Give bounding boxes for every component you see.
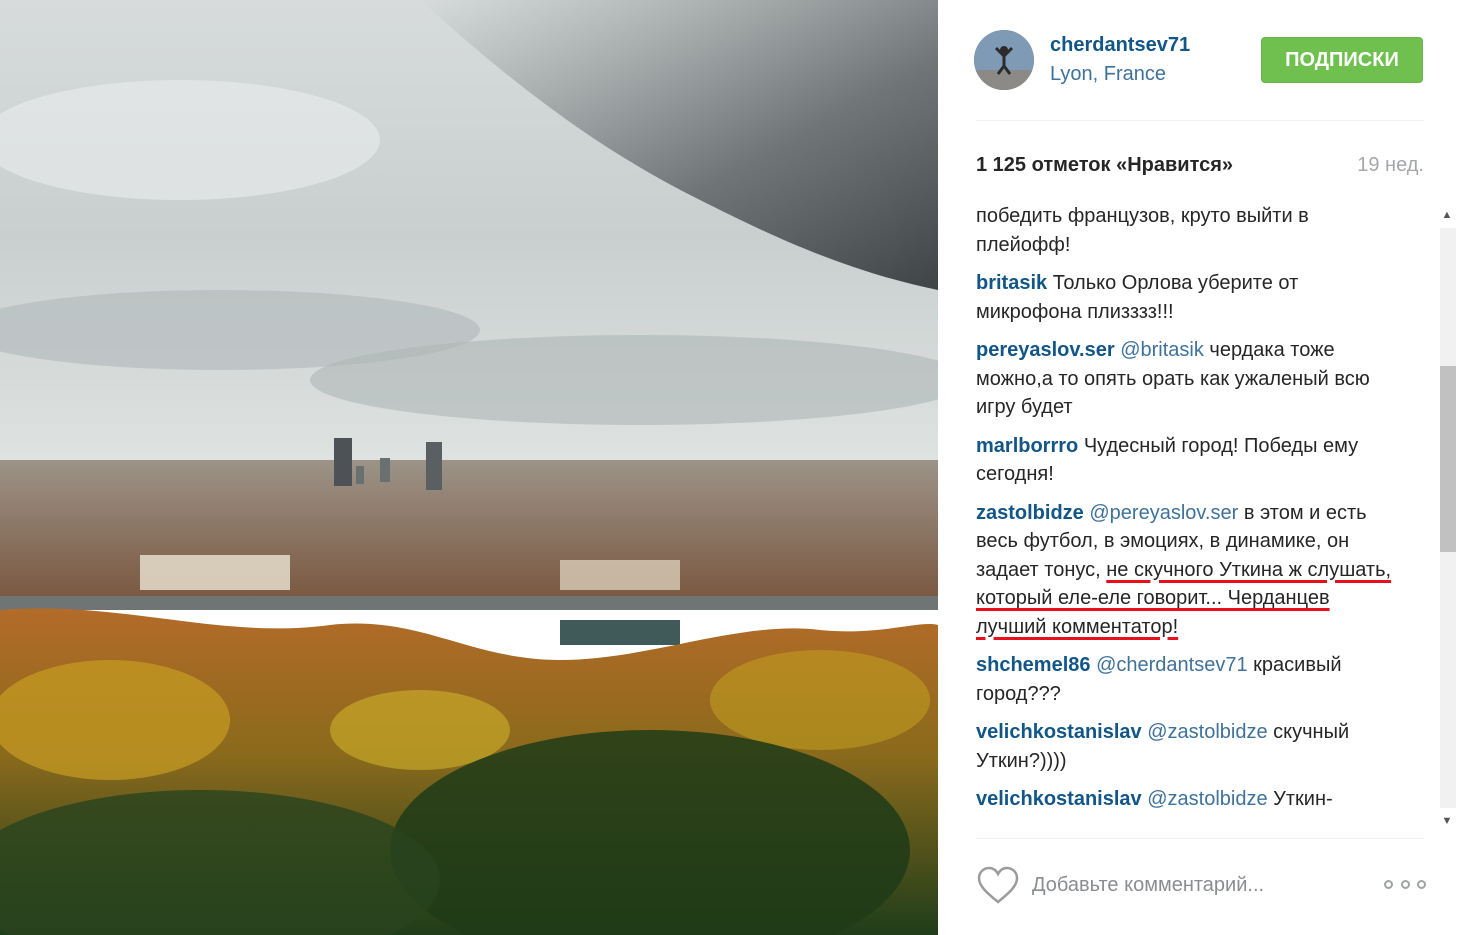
comment-mention[interactable]: @pereyaslov.ser	[1089, 502, 1238, 524]
scroll-thumb[interactable]	[1440, 366, 1456, 552]
avatar[interactable]	[974, 30, 1034, 90]
post-photo	[0, 0, 938, 935]
comments-list[interactable]: победить французов, круто выйти в плейоф…	[976, 202, 1436, 832]
header-divider	[976, 120, 1424, 121]
comment-item: pereyaslov.ser @britasik чердака тоже мо…	[976, 336, 1396, 422]
more-dot	[1417, 879, 1426, 889]
footer-divider	[976, 838, 1424, 839]
comment-mention[interactable]: @zastolbidze	[1147, 721, 1267, 743]
comment-item: velichkostanislav @zastolbidze скучный У…	[976, 718, 1396, 775]
comment-username[interactable]: velichkostanislav	[976, 721, 1142, 743]
comment-input[interactable]	[1032, 868, 1352, 902]
comment-text: победить французов, круто выйти в плейоф…	[976, 205, 1309, 256]
comment-username[interactable]: zastolbidze	[976, 502, 1084, 524]
more-dot	[1400, 879, 1410, 889]
heart-icon[interactable]	[976, 866, 1020, 906]
comment-mention[interactable]: @cherdantsev71	[1096, 654, 1248, 676]
more-dot	[1384, 879, 1393, 889]
scroll-down-icon[interactable]: ▼	[1438, 812, 1456, 830]
post-footer	[976, 862, 1426, 912]
comments-scrollbar[interactable]: ▲ ▼	[1436, 206, 1458, 830]
more-icon[interactable]	[1384, 874, 1426, 894]
follow-button[interactable]: ПОДПИСКИ	[1261, 37, 1423, 83]
comment-mention[interactable]: @britasik	[1120, 339, 1204, 361]
comment-username[interactable]: pereyaslov.ser	[976, 339, 1115, 361]
comment-item: победить французов, круто выйти в плейоф…	[976, 202, 1396, 259]
likes-row: 1 125 отметок «Нравится» 19 нед.	[976, 154, 1424, 182]
comment-item: velichkostanislav @zastolbidze Уткин-	[976, 785, 1396, 814]
post-sidebar: cherdantsev71 Lyon, France ПОДПИСКИ 1 12…	[938, 0, 1460, 935]
comment-text: Уткин-	[1273, 788, 1333, 810]
comment-username[interactable]: britasik	[976, 272, 1047, 294]
comment-username[interactable]: velichkostanislav	[976, 788, 1142, 810]
likes-count[interactable]: 1 125 отметок «Нравится»	[976, 154, 1233, 177]
post-time[interactable]: 19 нед.	[1357, 154, 1424, 177]
location-link[interactable]: Lyon, France	[1050, 63, 1166, 86]
comment-item: britasik Только Орлова уберите от микроф…	[976, 269, 1396, 326]
comment-item: shchemel86 @cherdantsev71 красивый город…	[976, 651, 1396, 708]
comment-item: zastolbidze @pereyaslov.ser в этом и ест…	[976, 499, 1396, 642]
comment-mention[interactable]: @zastolbidze	[1147, 788, 1267, 810]
username-link[interactable]: cherdantsev71	[1050, 34, 1190, 57]
comment-username[interactable]: shchemel86	[976, 654, 1091, 676]
comment-username[interactable]: marlborrro	[976, 435, 1078, 457]
post-header: cherdantsev71 Lyon, France ПОДПИСКИ	[974, 30, 1424, 94]
comment-item: marlborrro Чудесный город! Победы ему се…	[976, 432, 1396, 489]
scroll-up-icon[interactable]: ▲	[1438, 206, 1456, 224]
